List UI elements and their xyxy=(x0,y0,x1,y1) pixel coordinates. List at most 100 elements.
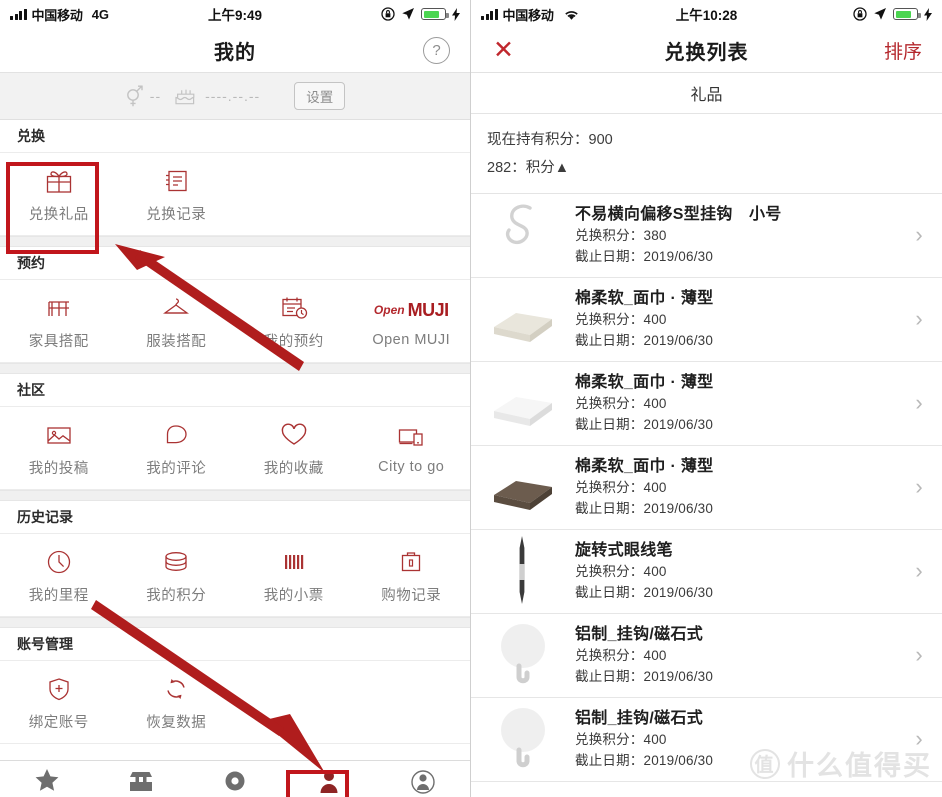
menu-item-bind-account[interactable]: 绑定账号 xyxy=(0,661,118,743)
magnet-hook-icon xyxy=(501,708,545,768)
menu-item-my-receipts[interactable]: 我的小票 xyxy=(235,534,353,616)
tab-profile[interactable] xyxy=(282,761,376,797)
menu-label: 购物记录 xyxy=(381,587,442,604)
sort-button[interactable]: 排序 xyxy=(884,37,922,64)
section-grid-booking: 家具搭配 服装搭配 我的预约 Open MUJI Open MUJI xyxy=(0,280,470,363)
birthday-field[interactable]: ----.--.-- xyxy=(173,85,260,107)
section-header-exchange: 兑换 xyxy=(0,120,470,153)
comment-icon xyxy=(161,419,191,451)
s-hook-icon xyxy=(505,204,532,245)
menu-label: 我的积分 xyxy=(146,587,207,604)
screens-icon xyxy=(396,421,426,453)
menu-item-my-favorites[interactable]: 我的收藏 xyxy=(235,407,353,489)
product-title: 铝制_挂钩/磁石式 xyxy=(575,626,704,644)
menu-label: 我的收藏 xyxy=(263,460,324,477)
status-right xyxy=(381,7,460,21)
section-divider xyxy=(0,236,470,247)
menu-item-my-posts[interactable]: 我的投稿 xyxy=(0,407,118,489)
list-item[interactable]: 旋转式眼线笔 兑换积分：400 截止日期：2019/06/30 › xyxy=(471,530,942,614)
eyeliner-icon xyxy=(519,536,525,605)
product-deadline: 截止日期：2019/06/30 xyxy=(575,416,714,432)
cake-icon xyxy=(175,89,195,105)
menu-scroll-area[interactable]: 兑换 兑换礼品 兑换记录 预约 家具搭配 服装搭配 我的预约 Open MUJI… xyxy=(0,120,470,797)
gift-list[interactable]: 不易横向偏移S型挂钩 小号 兑换积分：380 截止日期：2019/06/30 ›… xyxy=(471,193,942,782)
calendar-clock-icon xyxy=(279,292,309,324)
section-grid-account: 绑定账号 恢复数据 xyxy=(0,661,470,744)
section-divider xyxy=(0,363,470,374)
menu-label: 我的小票 xyxy=(263,587,324,604)
sort-criteria-label[interactable]: 282：积分▲ xyxy=(487,154,926,182)
product-title: 棉柔软_面巾 · 薄型 xyxy=(575,458,714,476)
product-info: 旋转式眼线笔 兑换积分：400 截止日期：2019/06/30 xyxy=(571,539,906,603)
tab-store[interactable] xyxy=(94,761,188,797)
menu-label: 我的预约 xyxy=(263,333,324,350)
menu-item-city-to-go[interactable]: City to go xyxy=(353,407,471,489)
product-points: 兑换积分：400 xyxy=(575,480,667,496)
list-item[interactable]: 棉柔软_面巾 · 薄型 兑换积分：400 截止日期：2019/06/30 › xyxy=(471,362,942,446)
chevron-right-icon: › xyxy=(915,306,923,332)
product-info: 不易横向偏移S型挂钩 小号 兑换积分：380 截止日期：2019/06/30 xyxy=(571,203,906,267)
gender-field[interactable]: -- xyxy=(125,84,161,108)
product-points: 兑换积分：400 xyxy=(575,396,667,412)
section-divider xyxy=(0,617,470,628)
tab-circle[interactable] xyxy=(188,761,282,797)
current-points-label: 现在持有积分：900 xyxy=(487,132,613,148)
list-item[interactable]: 不易横向偏移S型挂钩 小号 兑换积分：380 截止日期：2019/06/30 › xyxy=(471,194,942,278)
settings-button[interactable]: 设置 xyxy=(294,82,346,110)
gender-value: -- xyxy=(149,88,162,104)
product-thumbnail xyxy=(475,364,571,442)
section-divider xyxy=(0,490,470,501)
list-item[interactable]: 铝制_挂钩/磁石式 兑换积分：400 截止日期：2019/06/30 › xyxy=(471,698,942,782)
section-header-account: 账号管理 xyxy=(0,628,470,661)
menu-item-restore-data[interactable]: 恢复数据 xyxy=(118,661,236,743)
close-icon[interactable]: ✕ xyxy=(493,37,514,63)
product-deadline: 截止日期：2019/06/30 xyxy=(575,668,714,684)
chevron-right-icon: › xyxy=(915,222,923,248)
help-icon[interactable]: ? xyxy=(423,36,450,64)
menu-item-gift-exchange[interactable]: 兑换礼品 xyxy=(0,153,118,235)
menu-item-my-mileage[interactable]: 我的里程 xyxy=(0,534,118,616)
towel-icon xyxy=(494,397,552,427)
tab-member-card[interactable] xyxy=(376,761,470,797)
menu-item-purchase-history[interactable]: 购物记录 xyxy=(353,534,471,616)
menu-item-my-booking[interactable]: 我的预约 xyxy=(235,280,353,362)
list-item[interactable]: 棉柔软_面巾 · 薄型 兑换积分：400 截止日期：2019/06/30 › xyxy=(471,446,942,530)
birthday-value: ----.--.-- xyxy=(205,88,261,104)
menu-item-furniture[interactable]: 家具搭配 xyxy=(0,280,118,362)
product-title: 铝制_挂钩/磁石式 xyxy=(575,710,704,728)
dual-screenshot: 中国移动 4G 上午9:49 我的 ? -- ----.--.-- 设置 兑换 … xyxy=(0,0,942,797)
section-grid-exchange: 兑换礼品 兑换记录 xyxy=(0,153,470,236)
gift-icon xyxy=(44,165,74,197)
left-phone-screen: 中国移动 4G 上午9:49 我的 ? -- ----.--.-- 设置 兑换 … xyxy=(0,0,471,797)
list-item[interactable]: 铝制_挂钩/磁石式 兑换积分：400 截止日期：2019/06/30 › xyxy=(471,614,942,698)
charging-bolt-icon xyxy=(924,7,932,21)
product-deadline: 截止日期：2019/06/30 xyxy=(575,752,714,768)
heart-icon xyxy=(279,419,309,451)
shield-plus-icon xyxy=(44,673,74,705)
furniture-icon xyxy=(44,292,74,324)
right-phone-screen: 中国移动 上午10:28 ✕ 兑换列表 排序 礼品 现在持有积分：900 282… xyxy=(471,0,942,797)
lock-rotation-icon xyxy=(853,7,867,21)
tab-gifts[interactable]: 礼品 xyxy=(471,73,942,114)
menu-item-my-comments[interactable]: 我的评论 xyxy=(118,407,236,489)
menu-item-open-muji[interactable]: Open MUJI Open MUJI xyxy=(353,280,471,362)
open-muji-icon: Open MUJI xyxy=(373,299,449,320)
list-item[interactable]: 棉柔软_面巾 · 薄型 兑换积分：400 截止日期：2019/06/30 › xyxy=(471,278,942,362)
menu-item-exchange-record[interactable]: 兑换记录 xyxy=(118,153,236,235)
gender-icon xyxy=(126,85,143,107)
product-thumbnail xyxy=(475,448,571,526)
page-title: 我的 xyxy=(214,41,256,64)
product-info: 铝制_挂钩/磁石式 兑换积分：400 截止日期：2019/06/30 xyxy=(571,707,906,771)
section-header-community: 社区 xyxy=(0,374,470,407)
menu-item-my-points[interactable]: 我的积分 xyxy=(118,534,236,616)
product-deadline: 截止日期：2019/06/30 xyxy=(575,332,714,348)
product-info: 铝制_挂钩/磁石式 兑换积分：400 截止日期：2019/06/30 xyxy=(571,623,906,687)
product-deadline: 截止日期：2019/06/30 xyxy=(575,584,714,600)
status-left: 中国移动 xyxy=(481,5,580,24)
signal-bars-icon xyxy=(481,8,498,20)
product-points: 兑换积分：400 xyxy=(575,564,667,580)
lock-rotation-icon xyxy=(381,7,395,21)
menu-item-clothing[interactable]: 服装搭配 xyxy=(118,280,236,362)
tab-favorites[interactable] xyxy=(0,761,94,797)
menu-label: 我的投稿 xyxy=(28,460,89,477)
